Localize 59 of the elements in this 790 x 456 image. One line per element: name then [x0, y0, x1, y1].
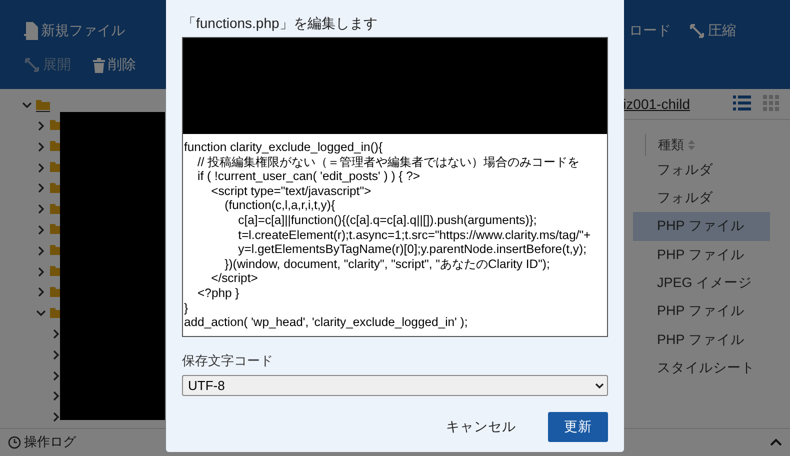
chevron-right-icon[interactable]: [36, 142, 46, 152]
chevron-right-icon[interactable]: [51, 370, 61, 380]
code-line: <script type="text/javascript">: [210, 184, 372, 198]
code-line: <?php }: [196, 286, 240, 301]
table-cell-text: PHP ファイル: [656, 302, 746, 320]
chevron-right-icon[interactable]: [36, 287, 46, 298]
caret-up-icon[interactable]: [770, 438, 782, 446]
expand-icon: [24, 57, 40, 73]
update-button[interactable]: 更新: [548, 412, 608, 442]
table-cell: PHP ファイル: [633, 212, 770, 241]
code-line: function clarity_exclude_logged_in(){: [184, 140, 384, 155]
table-cell-text: PHP ファイル: [656, 246, 746, 264]
chevron-down-icon[interactable]: [36, 308, 46, 318]
chevron-right-icon[interactable]: [51, 328, 61, 339]
chevron-right-icon[interactable]: [36, 120, 46, 131]
new-file-icon: [24, 22, 38, 40]
encoding-select[interactable]: UTF-8: [182, 375, 608, 396]
toolbar-button[interactable]: 新規ファイル: [24, 22, 125, 40]
chevron-right-icon[interactable]: [36, 246, 46, 256]
code-line: y=l.getElementsByTagName(r)[0];y.parentNode.insertBefore(t,y);: [237, 242, 588, 257]
chevron-down-icon[interactable]: [22, 100, 32, 110]
clock-icon: [8, 436, 21, 449]
table-cell-text: スタイルシート: [656, 358, 756, 377]
table-cell-text: フォルダ: [656, 189, 714, 208]
encoding-label: 保存文字コード: [182, 352, 274, 370]
toolbar-button[interactable]: ロード: [629, 22, 671, 40]
trash-icon: [93, 58, 105, 72]
chevron-right-icon[interactable]: [36, 204, 46, 214]
code-editor[interactable]: [182, 37, 608, 337]
breadcrumb-link[interactable]: iz001-child: [623, 96, 690, 112]
sort-icon: [688, 140, 695, 150]
toolbar-button[interactable]: 圧縮: [689, 22, 736, 40]
code-line: (function(c,l,a,r,i,t,y){: [224, 198, 336, 213]
code-line: </script>: [210, 271, 259, 286]
chevron-right-icon[interactable]: [36, 162, 46, 173]
toolbar-button[interactable]: 削除: [93, 56, 136, 74]
chevron-right-icon[interactable]: [36, 224, 46, 235]
code-line: // 投稿編集権限がない（＝管理者や編集者ではない）場合のみコードを: [196, 154, 581, 170]
code-line: add_action( 'wp_head', 'clarity_exclude_logged_in' );: [184, 315, 469, 330]
code-line: if ( !current_user_can( 'edit_posts' ) ) { ?>: [196, 169, 421, 184]
chevron-down-icon: [595, 382, 604, 388]
code-line: }: [184, 300, 190, 316]
chevron-right-icon[interactable]: [36, 266, 46, 277]
operation-log-button[interactable]: 操作ログ: [8, 433, 76, 452]
table-cell-text: JPEG イメージ: [656, 274, 754, 292]
cancel-button[interactable]: キャンセル: [444, 412, 518, 442]
compress-icon: [689, 23, 705, 39]
code-line: })(window, document, "clarity", "script", "あなたのClarity ID");: [224, 256, 551, 272]
code-line: c[a]=c[a]||function(){(c[a].q=c[a].q||[]).push(arguments)};: [237, 212, 538, 228]
chevron-right-icon[interactable]: [51, 350, 61, 360]
dialog-title: 「functions.php」を編集します: [182, 15, 378, 33]
column-header[interactable]: 種類: [645, 134, 770, 156]
chevron-right-icon[interactable]: [36, 183, 46, 194]
chevron-right-icon[interactable]: [51, 391, 61, 402]
chevron-right-icon[interactable]: [51, 412, 61, 422]
network-folder-icon: [36, 98, 50, 112]
code-line: t=l.createElement(r);t.async=1;t.src="https://www.clarity.ms/tag/"+: [237, 228, 592, 242]
table-cell-text: フォルダ: [656, 160, 714, 179]
table-cell-text: PHP ファイル: [656, 330, 746, 349]
